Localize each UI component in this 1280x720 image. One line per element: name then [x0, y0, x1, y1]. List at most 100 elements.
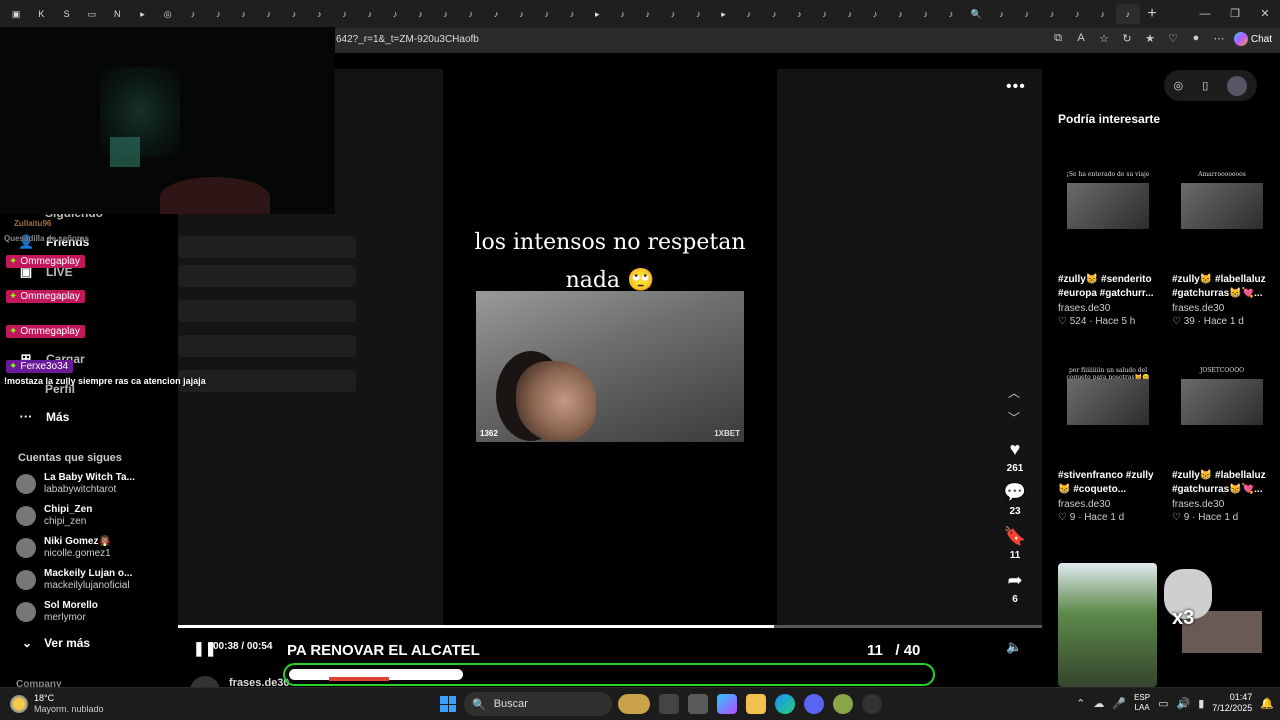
- share-button[interactable]: ➦ 6: [1000, 570, 1030, 606]
- recommendation-thumbnail[interactable]: x3: [1162, 563, 1262, 687]
- browser-tab[interactable]: K: [29, 4, 53, 24]
- browser-tab[interactable]: ♪: [1065, 4, 1089, 24]
- recommendation-card[interactable]: por fiiiiiiiiin un saludo del coqueto pa…: [1058, 339, 1158, 523]
- start-button[interactable]: [440, 696, 456, 712]
- browser-tab[interactable]: ♪: [282, 4, 306, 24]
- browser-tab[interactable]: ♪: [560, 4, 584, 24]
- browser-tab[interactable]: ♪: [1090, 4, 1114, 24]
- battery-icon[interactable]: ▮: [1198, 697, 1204, 710]
- widget-icon[interactable]: [618, 694, 650, 714]
- profile-icon[interactable]: ●: [1189, 32, 1203, 45]
- recommendation-card[interactable]: ¡Se ha enterado de su viaje #zully😸 #send…: [1058, 143, 1158, 327]
- browser-tab[interactable]: ▸: [130, 4, 154, 24]
- language-indicator[interactable]: ESP LAA: [1134, 693, 1150, 713]
- video-progress-bar[interactable]: [178, 625, 1042, 628]
- notifications-icon[interactable]: 🔔: [1260, 697, 1274, 710]
- followed-account[interactable]: Sol Morello merlymor: [16, 600, 98, 624]
- volume-tray-icon[interactable]: 🔊: [1176, 697, 1190, 710]
- weather-widget[interactable]: 18°C Mayorm. nublado: [10, 693, 104, 715]
- store-icon[interactable]: [688, 694, 708, 714]
- browser-tab[interactable]: ▸: [711, 4, 735, 24]
- recommendation-thumbnail[interactable]: [1058, 563, 1157, 687]
- translate-icon[interactable]: A: [1074, 32, 1088, 45]
- browser-tab[interactable]: ♪: [661, 4, 685, 24]
- refresh-icon[interactable]: ↻: [1120, 32, 1134, 45]
- browser-tab[interactable]: ♪: [509, 4, 533, 24]
- clock[interactable]: 01:47 7/12/2025: [1212, 692, 1252, 714]
- browser-tab[interactable]: ▭: [80, 4, 104, 24]
- edge-icon[interactable]: [775, 694, 795, 714]
- video-player[interactable]: los intensos no respetan nada 🙄 1362 1XB…: [443, 69, 777, 627]
- recommendation-card[interactable]: Amarrooooooos #zully😸 #labellaluz #gatchur…: [1172, 143, 1272, 327]
- obs-icon[interactable]: [862, 694, 882, 714]
- browser-tab[interactable]: ♪: [636, 4, 660, 24]
- like-button[interactable]: ♥ 261: [1000, 439, 1030, 475]
- browser-tab[interactable]: ♪: [914, 4, 938, 24]
- volume-icon[interactable]: 🔈: [1006, 639, 1022, 655]
- taskbar-search[interactable]: 🔍 Buscar: [464, 692, 612, 716]
- browser-tab[interactable]: ▣: [4, 4, 28, 24]
- browser-tab[interactable]: ♪: [989, 4, 1013, 24]
- followed-account[interactable]: Niki Gomez🧛🏽 nicolle.gomez1: [16, 536, 111, 560]
- favorites-icon[interactable]: ★: [1143, 32, 1157, 45]
- new-tab-button[interactable]: +: [1140, 5, 1164, 23]
- browser-tab[interactable]: ♪: [813, 4, 837, 24]
- avatar[interactable]: [1227, 75, 1248, 96]
- coins-icon[interactable]: ◎: [1174, 79, 1184, 92]
- browser-tab[interactable]: ♪: [408, 4, 432, 24]
- favorite-star-icon[interactable]: ☆: [1097, 32, 1111, 45]
- chevron-up-icon[interactable]: ︿: [1008, 384, 1020, 401]
- browser-tab[interactable]: ♪: [888, 4, 912, 24]
- followed-account[interactable]: Chipi_Zen chipi_zen: [16, 504, 92, 528]
- comment-button[interactable]: 💬 23: [1000, 482, 1030, 518]
- discord-icon[interactable]: [804, 694, 824, 714]
- browser-tab[interactable]: S: [55, 4, 79, 24]
- copilot-app-icon[interactable]: [717, 694, 737, 714]
- chevron-down-icon[interactable]: ﹀: [1008, 409, 1020, 426]
- device-icon[interactable]: ▯: [1202, 79, 1208, 92]
- followed-account[interactable]: Mackeily Lujan o... mackeilylujanoficial: [16, 568, 132, 592]
- browser-tab[interactable]: ♪: [181, 4, 205, 24]
- task-view-icon[interactable]: [659, 694, 679, 714]
- copilot-chat-button[interactable]: Chat: [1233, 32, 1272, 46]
- browser-tab[interactable]: ♪: [307, 4, 331, 24]
- network-icon[interactable]: ▭: [1158, 697, 1168, 710]
- browser-tab[interactable]: ♪: [686, 4, 710, 24]
- close-window-button[interactable]: ✕: [1250, 0, 1280, 28]
- sidebar-item-more[interactable]: ··· Más: [18, 409, 70, 424]
- see-more-button[interactable]: ⌄ Ver más: [22, 636, 90, 650]
- browser-tab[interactable]: ♪: [737, 4, 761, 24]
- open-app-icon[interactable]: ⧉: [1051, 32, 1065, 45]
- browser-tab[interactable]: ◎: [156, 4, 180, 24]
- browser-tab[interactable]: ♪: [231, 4, 255, 24]
- app-icon[interactable]: [833, 694, 853, 714]
- recommendation-card[interactable]: JOSETCOOOO #zully😸 #labellaluz #gatchurras…: [1172, 339, 1272, 523]
- browser-tab[interactable]: ♪: [257, 4, 281, 24]
- browser-tab[interactable]: ♪: [838, 4, 862, 24]
- browser-tab[interactable]: ♪: [787, 4, 811, 24]
- browser-tab[interactable]: ♪: [383, 4, 407, 24]
- browser-tab[interactable]: ♪: [535, 4, 559, 24]
- onedrive-icon[interactable]: ☁: [1093, 697, 1104, 710]
- followed-account[interactable]: La Baby Witch Ta... lababywitchtarot: [16, 472, 135, 496]
- settings-menu-icon[interactable]: ⋯: [1212, 32, 1226, 45]
- browser-tab[interactable]: 🔍: [964, 4, 988, 24]
- minimize-button[interactable]: —: [1190, 0, 1220, 28]
- url-field[interactable]: 642?_r=1&_t=ZM-920u3CHaofb: [336, 34, 479, 45]
- browser-tab[interactable]: ♪: [1015, 4, 1039, 24]
- maximize-button[interactable]: ❐: [1220, 0, 1250, 28]
- file-explorer-icon[interactable]: [746, 694, 766, 714]
- browser-tab[interactable]: ♪: [1115, 4, 1140, 24]
- browser-tab[interactable]: ♪: [206, 4, 230, 24]
- more-options-icon[interactable]: •••: [1006, 78, 1026, 96]
- browser-tab[interactable]: N: [105, 4, 129, 24]
- browser-tab[interactable]: ♪: [939, 4, 963, 24]
- browser-tab[interactable]: ♪: [332, 4, 356, 24]
- browser-tab[interactable]: ♪: [434, 4, 458, 24]
- browser-tab[interactable]: ♪: [459, 4, 483, 24]
- save-button[interactable]: 🔖 11: [1000, 526, 1030, 562]
- browser-tab[interactable]: ♪: [762, 4, 786, 24]
- browser-tab[interactable]: ▸: [585, 4, 609, 24]
- browser-tab[interactable]: ♪: [1040, 4, 1064, 24]
- microphone-icon[interactable]: 🎤: [1112, 697, 1126, 710]
